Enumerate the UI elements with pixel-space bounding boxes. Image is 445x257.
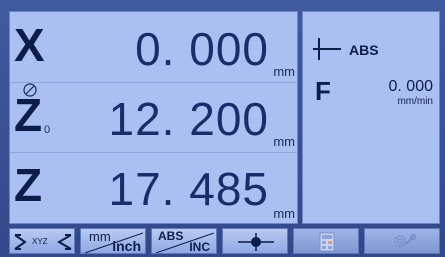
axis-value-x: 0. 000	[135, 23, 269, 75]
softkey-xyz-label: XYZ	[32, 237, 48, 246]
softkey-inch-label: inch	[112, 238, 141, 254]
axis-label-z0: Z	[14, 89, 43, 141]
datum-crosshair-icon	[313, 38, 341, 60]
axis-unit-z0: mm	[273, 134, 295, 149]
axis-unit-x: mm	[273, 64, 295, 79]
softkey-bar: XYZ mm inch ABS INC	[9, 228, 440, 254]
coordinate-mode-label: ABS	[349, 42, 379, 58]
feed-label: F	[315, 76, 331, 106]
datum-softkey[interactable]	[222, 228, 288, 254]
axis-value-z: 17. 485	[108, 163, 269, 215]
axis-value-z0: 12. 200	[108, 93, 269, 145]
axis-subscript-z0: 0	[44, 124, 51, 136]
axis-row-x[interactable]: X 0. 000 mm	[10, 12, 299, 97]
softkey-mm-label: mm	[89, 229, 111, 244]
settings-softkey[interactable]	[364, 228, 440, 254]
axis-unit-z: mm	[273, 206, 295, 221]
status-panel: ABS F 0. 000 mm/min	[302, 11, 440, 224]
calculator-softkey[interactable]	[293, 228, 359, 254]
target-crosshair-icon	[238, 233, 274, 251]
axis-label-x: X	[14, 19, 45, 71]
dro-screen: X 0. 000 mm Z 0 12. 200 mm Z 17. 485 mm	[0, 0, 445, 257]
mm-inch-softkey[interactable]: mm inch	[80, 228, 146, 254]
axis-select-softkey[interactable]: XYZ	[9, 228, 75, 254]
axis-row-z0[interactable]: Z 0 12. 200 mm	[10, 82, 299, 152]
axis-row-z[interactable]: Z 17. 485 mm	[10, 152, 299, 222]
feed-value: 0. 000	[388, 78, 433, 95]
axis-label-z: Z	[14, 159, 43, 211]
abs-inc-softkey[interactable]: ABS INC	[151, 228, 217, 254]
softkey-abs-label: ABS	[158, 229, 184, 243]
axis-display-panel: X 0. 000 mm Z 0 12. 200 mm Z 17. 485 mm	[9, 11, 298, 224]
feed-unit: mm/min	[397, 96, 433, 107]
gear-wrench-icon	[394, 233, 417, 247]
softkey-inc-label: INC	[189, 240, 210, 254]
calculator-icon	[319, 232, 335, 252]
